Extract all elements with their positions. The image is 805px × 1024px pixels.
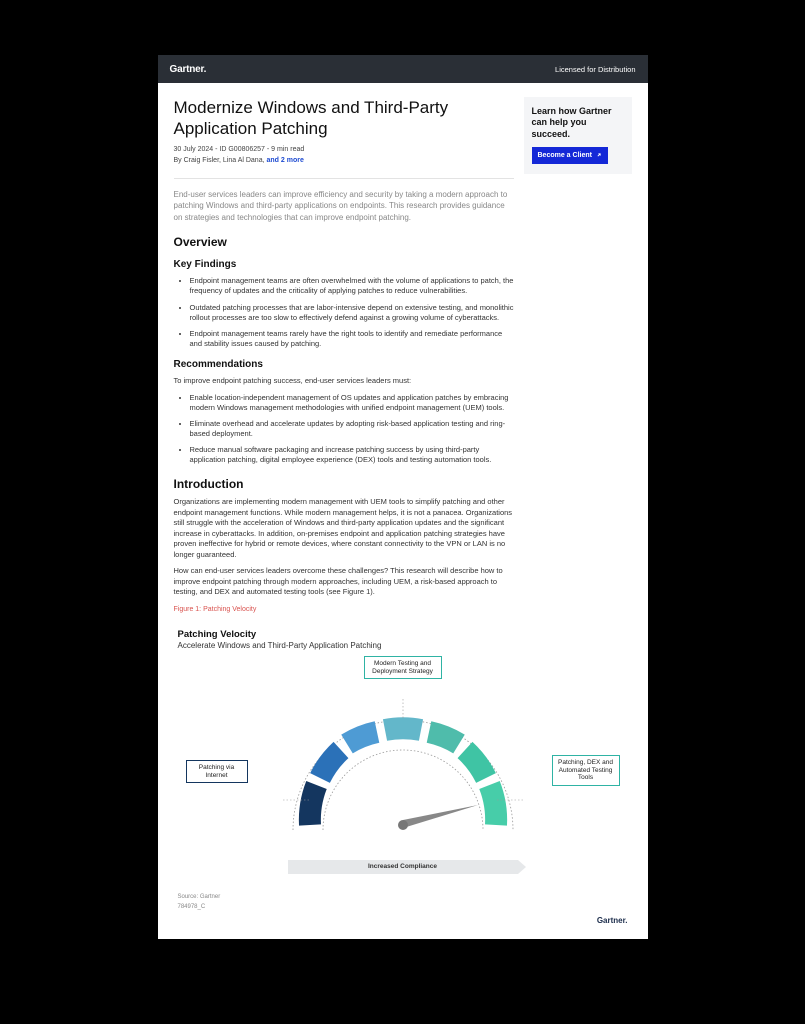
callout-left: Patching via Internet [186, 760, 248, 784]
figure-1: Patching Velocity Accelerate Windows and… [174, 621, 632, 929]
recommendations-heading: Recommendations [174, 359, 514, 370]
figure-caption: Figure 1: Patching Velocity [174, 606, 514, 613]
intro-paragraph-2: How can end-user services leaders overco… [174, 566, 514, 598]
document-page: Gartner. Licensed for Distribution Learn… [158, 55, 648, 939]
list-item: Endpoint management teams are often over… [190, 276, 514, 296]
byline-more-link[interactable]: and 2 more [267, 157, 304, 164]
list-item: Eliminate overhead and accelerate update… [190, 419, 514, 439]
content-area: Learn how Gartner can help you succeed. … [158, 83, 648, 939]
external-link-icon [596, 152, 602, 158]
list-item: Outdated patching processes that are lab… [190, 303, 514, 323]
key-findings-heading: Key Findings [174, 259, 514, 270]
recommendations-intro: To improve endpoint patching success, en… [174, 376, 514, 387]
top-bar: Gartner. Licensed for Distribution [158, 55, 648, 83]
byline: By Craig Fisler, Lina Al Dana, and 2 mor… [174, 157, 514, 164]
key-findings-list: Endpoint management teams are often over… [174, 276, 514, 349]
list-item: Enable location-independent management o… [190, 393, 514, 413]
compliance-axis: Increased Compliance [288, 860, 518, 874]
summary-text: End-user services leaders can improve ef… [174, 189, 514, 224]
main-column: Modernize Windows and Third-Party Applic… [174, 97, 514, 613]
figure-brand: Gartner. [178, 916, 628, 925]
byline-authors: By Craig Fisler, Lina Al Dana, [174, 157, 267, 164]
gauge-chart: Patching via Internet Modern Testing and… [178, 650, 628, 890]
overview-heading: Overview [174, 235, 514, 249]
article-meta: 30 July 2024 - ID G00806257 - 9 min read [174, 146, 514, 153]
callout-top: Modern Testing and Deployment Strategy [364, 656, 442, 680]
introduction-heading: Introduction [174, 477, 514, 491]
divider [174, 178, 514, 179]
compliance-label: Increased Compliance [368, 863, 437, 870]
callout-right: Patching, DEX and Automated Testing Tool… [552, 755, 620, 786]
intro-paragraph-1: Organizations are implementing modern ma… [174, 497, 514, 560]
recommendations-list: Enable location-independent management o… [174, 393, 514, 466]
brand-logo: Gartner. [170, 64, 207, 75]
license-label: Licensed for Distribution [555, 65, 635, 74]
list-item: Endpoint management teams rarely have th… [190, 329, 514, 349]
become-client-button[interactable]: Become a Client [532, 147, 608, 164]
figure-source: Source: Gartner [178, 894, 628, 900]
gauge-needle [398, 805, 478, 830]
gauge-svg [253, 650, 553, 860]
cta-title: Learn how Gartner can help you succeed. [532, 106, 624, 140]
figure-title: Patching Velocity [178, 629, 628, 640]
list-item: Reduce manual software packaging and inc… [190, 445, 514, 465]
cta-box: Learn how Gartner can help you succeed. … [524, 97, 632, 174]
figure-source-id: 784978_C [178, 904, 628, 910]
figure-subtitle: Accelerate Windows and Third-Party Appli… [178, 641, 628, 650]
page-title: Modernize Windows and Third-Party Applic… [174, 97, 514, 140]
cta-button-label: Become a Client [538, 152, 592, 159]
